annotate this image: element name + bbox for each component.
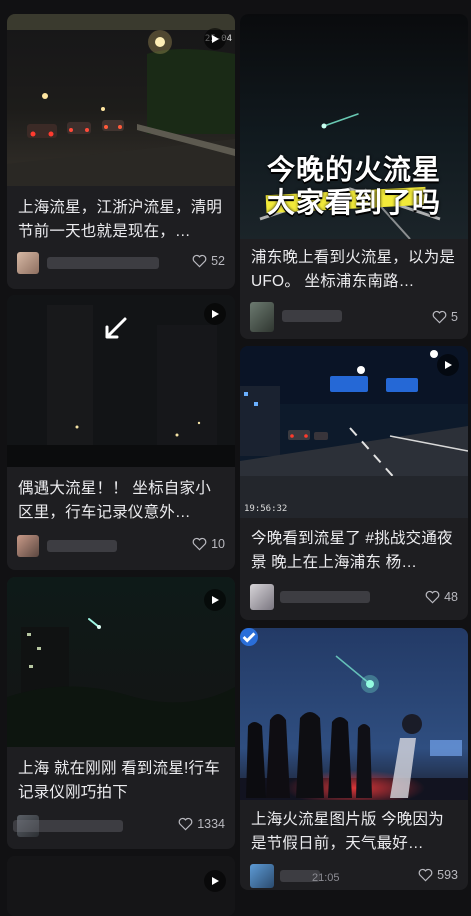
play-icon[interactable]: [204, 589, 226, 611]
author-name[interactable]: [13, 820, 123, 832]
play-icon[interactable]: [204, 28, 226, 50]
like-count[interactable]: 5: [432, 310, 458, 324]
heart-icon: [192, 537, 207, 551]
stargazers-image: [240, 628, 468, 800]
feed-card[interactable]: 25-04 上海流星，江浙沪流星，清明节前一天也就是现在，… 52: [7, 14, 235, 289]
image-thumbnail[interactable]: [240, 628, 468, 800]
post-meta: 52: [17, 252, 225, 276]
play-icon[interactable]: [204, 870, 226, 892]
like-count[interactable]: 10: [192, 537, 225, 551]
video-thumbnail[interactable]: 今晚的火流星 大家看到了吗: [240, 14, 468, 239]
like-count[interactable]: 593: [418, 868, 458, 882]
feed-card[interactable]: 今晚的火流星 大家看到了吗 浦东晚上看到火流星，以为是UFO。 坐标浦东南路… …: [240, 14, 468, 339]
post-title[interactable]: 今晚看到流星了 #挑战交通夜景 晚上在上海浦东 杨…: [251, 527, 458, 575]
author-name[interactable]: [47, 540, 117, 552]
heart-icon: [432, 310, 447, 324]
avatar[interactable]: [250, 584, 274, 610]
post-title[interactable]: 上海 就在刚刚 看到流星!行车记录仪刚巧拍下: [18, 757, 225, 805]
feed-card[interactable]: 上海火流星图片版 今晚因为是节假日前，天气最好… 21:05 593: [240, 628, 468, 890]
video-thumbnail[interactable]: 19:56:32: [240, 346, 468, 518]
post-meta: 5: [250, 302, 458, 332]
author-name[interactable]: [47, 257, 159, 269]
heart-icon: [418, 868, 433, 882]
night-road-image: [7, 14, 235, 186]
author-name[interactable]: [282, 310, 342, 322]
like-count-value: 52: [211, 254, 225, 268]
avatar[interactable]: [17, 252, 39, 274]
timestamp-label: 19:56:32: [244, 504, 288, 514]
overlay-title-line2: 大家看到了吗: [266, 186, 441, 219]
night-building-image: [7, 295, 235, 467]
post-title[interactable]: 上海流星，江浙沪流星，清明节前一天也就是现在，…: [18, 196, 225, 244]
avatar[interactable]: [250, 864, 274, 888]
like-count-value: 10: [211, 537, 225, 551]
author-name[interactable]: [280, 591, 370, 603]
video-thumbnail[interactable]: [7, 856, 235, 916]
heart-icon: [178, 817, 193, 831]
feed-card[interactable]: 上海 就在刚刚 看到流星!行车记录仪刚巧拍下 1334: [7, 577, 235, 849]
check-icon: [242, 632, 256, 643]
avatar[interactable]: [17, 535, 39, 557]
like-count-value: 5: [451, 310, 458, 324]
post-meta: 10: [17, 535, 225, 559]
like-count[interactable]: 1334: [178, 817, 225, 831]
heart-icon: [425, 590, 440, 604]
video-thumbnail[interactable]: 25-04: [7, 14, 235, 186]
play-icon[interactable]: [204, 303, 226, 325]
feed-card[interactable]: [7, 856, 235, 916]
post-meta: 21:05 593: [250, 864, 458, 888]
post-title[interactable]: 上海火流星图片版 今晚因为是节假日前，天气最好…: [251, 808, 458, 856]
like-count-value: 1334: [197, 817, 225, 831]
like-count-value: 593: [437, 868, 458, 882]
meteor-image: [7, 577, 235, 747]
post-title[interactable]: 浦东晚上看到火流星，以为是UFO。 坐标浦东南路…: [251, 246, 458, 294]
video-thumbnail[interactable]: [7, 577, 235, 747]
like-count-value: 48: [444, 590, 458, 604]
play-icon[interactable]: [437, 354, 459, 376]
verified-badge: [240, 628, 258, 646]
post-meta: 48: [250, 584, 458, 610]
post-meta: 1334: [13, 815, 225, 839]
like-count[interactable]: 48: [425, 590, 458, 604]
post-time: 21:05: [312, 872, 340, 884]
post-title[interactable]: 偶遇大流星！！ 坐标自家小区里，行车记录仪意外…: [18, 477, 225, 525]
highway-night-image: [240, 346, 468, 518]
video-thumbnail[interactable]: [7, 295, 235, 467]
like-count[interactable]: 52: [192, 254, 225, 268]
avatar[interactable]: [250, 302, 274, 332]
heart-icon: [192, 254, 207, 268]
feed-card[interactable]: 偶遇大流星！！ 坐标自家小区里，行车记录仪意外… 10: [7, 295, 235, 570]
feed-card[interactable]: 19:56:32 今晚看到流星了 #挑战交通夜景 晚上在上海浦东 杨… 48: [240, 346, 468, 620]
